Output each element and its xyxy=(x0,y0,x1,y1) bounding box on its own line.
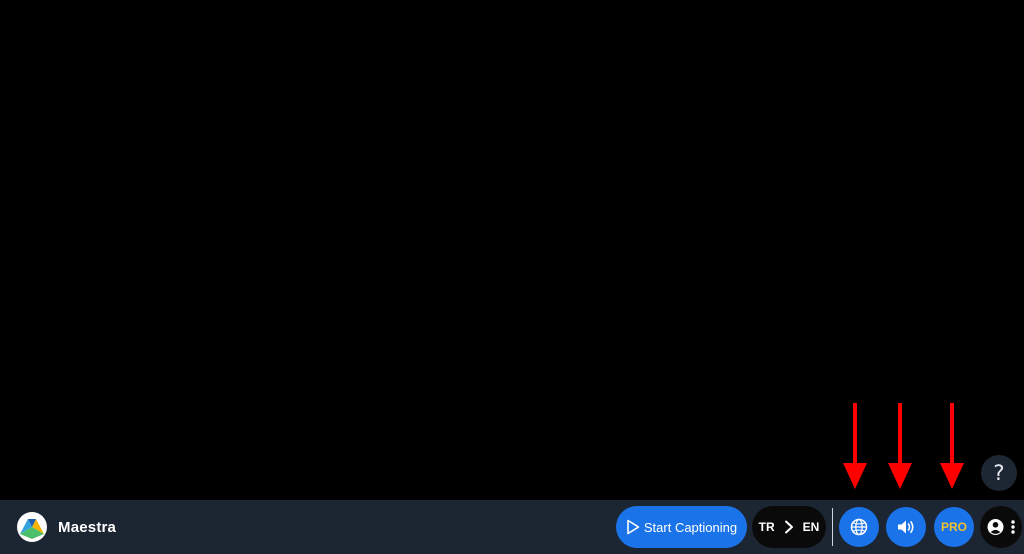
target-language: EN xyxy=(802,520,820,534)
play-icon xyxy=(626,519,640,535)
brand-name: Maestra xyxy=(58,519,117,536)
help-label: ? xyxy=(993,461,1005,485)
account-menu-button[interactable] xyxy=(980,506,1022,548)
red-arrow-down-icon xyxy=(888,403,912,489)
red-arrow-down-icon xyxy=(940,403,964,489)
source-language: TR xyxy=(758,520,775,534)
caption-display-area xyxy=(0,0,1024,500)
account-icon xyxy=(987,519,1004,535)
globe-icon xyxy=(850,518,868,536)
start-captioning-button[interactable]: Start Captioning xyxy=(616,506,747,548)
app-window: ? Maestra Start Captioning TR EN PRO xyxy=(0,0,1024,554)
start-captioning-label: Start Captioning xyxy=(643,519,738,535)
help-button[interactable]: ? xyxy=(981,455,1017,491)
pro-upgrade-button[interactable]: PRO xyxy=(934,507,974,547)
translate-language-button[interactable] xyxy=(839,507,879,547)
red-arrow-down-icon xyxy=(843,403,867,489)
toolbar-divider xyxy=(832,508,833,546)
pro-label: PRO xyxy=(940,520,967,534)
chevron-right-icon xyxy=(783,520,795,534)
bottom-toolbar: Maestra Start Captioning TR EN PRO xyxy=(0,500,1024,554)
maestra-logo-icon xyxy=(17,512,47,542)
more-vertical-icon xyxy=(1011,520,1015,534)
language-pair-selector[interactable]: TR EN xyxy=(752,506,826,548)
audio-settings-button[interactable] xyxy=(886,507,926,547)
speaker-icon xyxy=(898,520,914,534)
